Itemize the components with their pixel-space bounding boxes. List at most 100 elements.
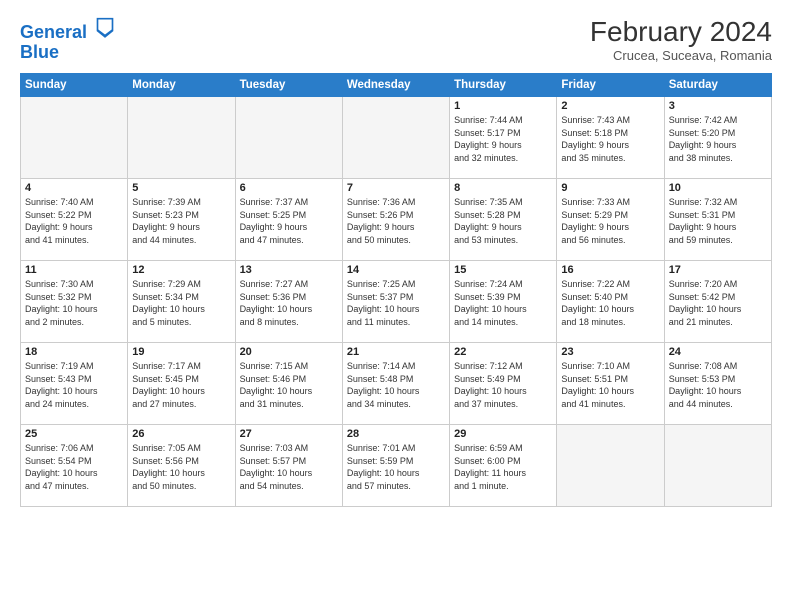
calendar-cell (235, 97, 342, 179)
day-number: 16 (561, 264, 659, 276)
calendar-cell: 29 Sunrise: 6:59 AM Sunset: 6:00 PM Dayli… (450, 425, 557, 507)
calendar-header-row: Sunday Monday Tuesday Wednesday Thursday… (21, 74, 772, 97)
calendar-week-3: 18 Sunrise: 7:19 AM Sunset: 5:43 PM Dayli… (21, 343, 772, 425)
calendar-week-1: 4 Sunrise: 7:40 AM Sunset: 5:22 PM Daylig… (21, 179, 772, 261)
day-detail: Sunrise: 7:10 AM Sunset: 5:51 PM Dayligh… (561, 360, 659, 410)
calendar-cell (342, 97, 449, 179)
day-detail: Sunrise: 7:37 AM Sunset: 5:25 PM Dayligh… (240, 196, 338, 246)
day-detail: Sunrise: 7:20 AM Sunset: 5:42 PM Dayligh… (669, 278, 767, 328)
calendar-cell: 13 Sunrise: 7:27 AM Sunset: 5:36 PM Dayli… (235, 261, 342, 343)
day-number: 10 (669, 182, 767, 194)
page: General Blue February 2024 Crucea, Sucea… (0, 0, 792, 612)
day-number: 18 (25, 346, 123, 358)
calendar-cell: 16 Sunrise: 7:22 AM Sunset: 5:40 PM Dayli… (557, 261, 664, 343)
day-detail: Sunrise: 7:17 AM Sunset: 5:45 PM Dayligh… (132, 360, 230, 410)
col-wednesday: Wednesday (342, 74, 449, 97)
day-detail: Sunrise: 7:40 AM Sunset: 5:22 PM Dayligh… (25, 196, 123, 246)
calendar-cell: 28Sunrise: 7:01 AM Sunset: 5:59 PM Dayli… (342, 425, 449, 507)
day-number: 2 (561, 100, 659, 112)
calendar-cell (128, 97, 235, 179)
col-monday: Monday (128, 74, 235, 97)
day-number: 21 (347, 346, 445, 358)
calendar-cell (557, 425, 664, 507)
day-number: 17 (669, 264, 767, 276)
day-number: 19 (132, 346, 230, 358)
day-detail: Sunrise: 7:08 AM Sunset: 5:53 PM Dayligh… (669, 360, 767, 410)
day-detail: Sunrise: 7:14 AM Sunset: 5:48 PM Dayligh… (347, 360, 445, 410)
day-detail: Sunrise: 7:32 AM Sunset: 5:31 PM Dayligh… (669, 196, 767, 246)
day-detail: Sunrise: 7:01 AM Sunset: 5:59 PM Dayligh… (347, 442, 445, 492)
day-number: 22 (454, 346, 552, 358)
day-number: 12 (132, 264, 230, 276)
day-number: 27 (240, 428, 338, 440)
day-number: 9 (561, 182, 659, 194)
calendar-cell: 4 Sunrise: 7:40 AM Sunset: 5:22 PM Daylig… (21, 179, 128, 261)
calendar-cell: 3Sunrise: 7:42 AM Sunset: 5:20 PM Daylig… (664, 97, 771, 179)
day-number: 7 (347, 182, 445, 194)
col-tuesday: Tuesday (235, 74, 342, 97)
calendar-cell: 20Sunrise: 7:15 AM Sunset: 5:46 PM Dayli… (235, 343, 342, 425)
day-number: 8 (454, 182, 552, 194)
day-detail: Sunrise: 6:59 AM Sunset: 6:00 PM Dayligh… (454, 442, 552, 492)
calendar-cell: 5 Sunrise: 7:39 AM Sunset: 5:23 PM Daylig… (128, 179, 235, 261)
calendar-cell: 17 Sunrise: 7:20 AM Sunset: 5:42 PM Dayli… (664, 261, 771, 343)
calendar-cell: 19 Sunrise: 7:17 AM Sunset: 5:45 PM Dayli… (128, 343, 235, 425)
calendar: Sunday Monday Tuesday Wednesday Thursday… (20, 73, 772, 507)
day-detail: Sunrise: 7:24 AM Sunset: 5:39 PM Dayligh… (454, 278, 552, 328)
calendar-cell: 18 Sunrise: 7:19 AM Sunset: 5:43 PM Dayli… (21, 343, 128, 425)
calendar-week-2: 11Sunrise: 7:30 AM Sunset: 5:32 PM Dayli… (21, 261, 772, 343)
calendar-cell: 6 Sunrise: 7:37 AM Sunset: 5:25 PM Daylig… (235, 179, 342, 261)
day-detail: Sunrise: 7:06 AM Sunset: 5:54 PM Dayligh… (25, 442, 123, 492)
calendar-cell: 8 Sunrise: 7:35 AM Sunset: 5:28 PM Daylig… (450, 179, 557, 261)
day-number: 11 (25, 264, 123, 276)
day-number: 4 (25, 182, 123, 194)
calendar-cell: 22 Sunrise: 7:12 AM Sunset: 5:49 PM Dayli… (450, 343, 557, 425)
calendar-cell: 7 Sunrise: 7:36 AM Sunset: 5:26 PM Daylig… (342, 179, 449, 261)
day-number: 6 (240, 182, 338, 194)
col-thursday: Thursday (450, 74, 557, 97)
calendar-cell (664, 425, 771, 507)
day-number: 26 (132, 428, 230, 440)
calendar-cell: 24Sunrise: 7:08 AM Sunset: 5:53 PM Dayli… (664, 343, 771, 425)
day-number: 29 (454, 428, 552, 440)
day-number: 1 (454, 100, 552, 112)
month-title: February 2024 (590, 16, 772, 48)
day-detail: Sunrise: 7:42 AM Sunset: 5:20 PM Dayligh… (669, 114, 767, 164)
day-number: 20 (240, 346, 338, 358)
day-detail: Sunrise: 7:05 AM Sunset: 5:56 PM Dayligh… (132, 442, 230, 492)
day-detail: Sunrise: 7:43 AM Sunset: 5:18 PM Dayligh… (561, 114, 659, 164)
header: General Blue February 2024 Crucea, Sucea… (20, 16, 772, 63)
day-detail: Sunrise: 7:22 AM Sunset: 5:40 PM Dayligh… (561, 278, 659, 328)
location: Crucea, Suceava, Romania (590, 48, 772, 63)
day-number: 13 (240, 264, 338, 276)
col-friday: Friday (557, 74, 664, 97)
day-number: 5 (132, 182, 230, 194)
calendar-week-0: 1Sunrise: 7:44 AM Sunset: 5:17 PM Daylig… (21, 97, 772, 179)
calendar-cell: 12 Sunrise: 7:29 AM Sunset: 5:34 PM Dayli… (128, 261, 235, 343)
logo-icon (95, 16, 115, 38)
calendar-cell: 26 Sunrise: 7:05 AM Sunset: 5:56 PM Dayli… (128, 425, 235, 507)
day-detail: Sunrise: 7:39 AM Sunset: 5:23 PM Dayligh… (132, 196, 230, 246)
day-detail: Sunrise: 7:12 AM Sunset: 5:49 PM Dayligh… (454, 360, 552, 410)
logo: General Blue (20, 16, 115, 63)
day-detail: Sunrise: 7:29 AM Sunset: 5:34 PM Dayligh… (132, 278, 230, 328)
day-detail: Sunrise: 7:25 AM Sunset: 5:37 PM Dayligh… (347, 278, 445, 328)
calendar-cell: 1Sunrise: 7:44 AM Sunset: 5:17 PM Daylig… (450, 97, 557, 179)
logo-text: General (20, 16, 115, 43)
calendar-cell: 14Sunrise: 7:25 AM Sunset: 5:37 PM Dayli… (342, 261, 449, 343)
day-number: 23 (561, 346, 659, 358)
day-detail: Sunrise: 7:27 AM Sunset: 5:36 PM Dayligh… (240, 278, 338, 328)
day-detail: Sunrise: 7:36 AM Sunset: 5:26 PM Dayligh… (347, 196, 445, 246)
logo-blue: Blue (20, 43, 115, 63)
calendar-cell: 15Sunrise: 7:24 AM Sunset: 5:39 PM Dayli… (450, 261, 557, 343)
logo-general: General (20, 22, 87, 42)
day-detail: Sunrise: 7:19 AM Sunset: 5:43 PM Dayligh… (25, 360, 123, 410)
calendar-cell: 23 Sunrise: 7:10 AM Sunset: 5:51 PM Dayli… (557, 343, 664, 425)
calendar-cell: 27Sunrise: 7:03 AM Sunset: 5:57 PM Dayli… (235, 425, 342, 507)
title-block: February 2024 Crucea, Suceava, Romania (590, 16, 772, 63)
calendar-cell: 21 Sunrise: 7:14 AM Sunset: 5:48 PM Dayli… (342, 343, 449, 425)
col-saturday: Saturday (664, 74, 771, 97)
calendar-cell: 2 Sunrise: 7:43 AM Sunset: 5:18 PM Daylig… (557, 97, 664, 179)
day-detail: Sunrise: 7:35 AM Sunset: 5:28 PM Dayligh… (454, 196, 552, 246)
calendar-cell: 25Sunrise: 7:06 AM Sunset: 5:54 PM Dayli… (21, 425, 128, 507)
